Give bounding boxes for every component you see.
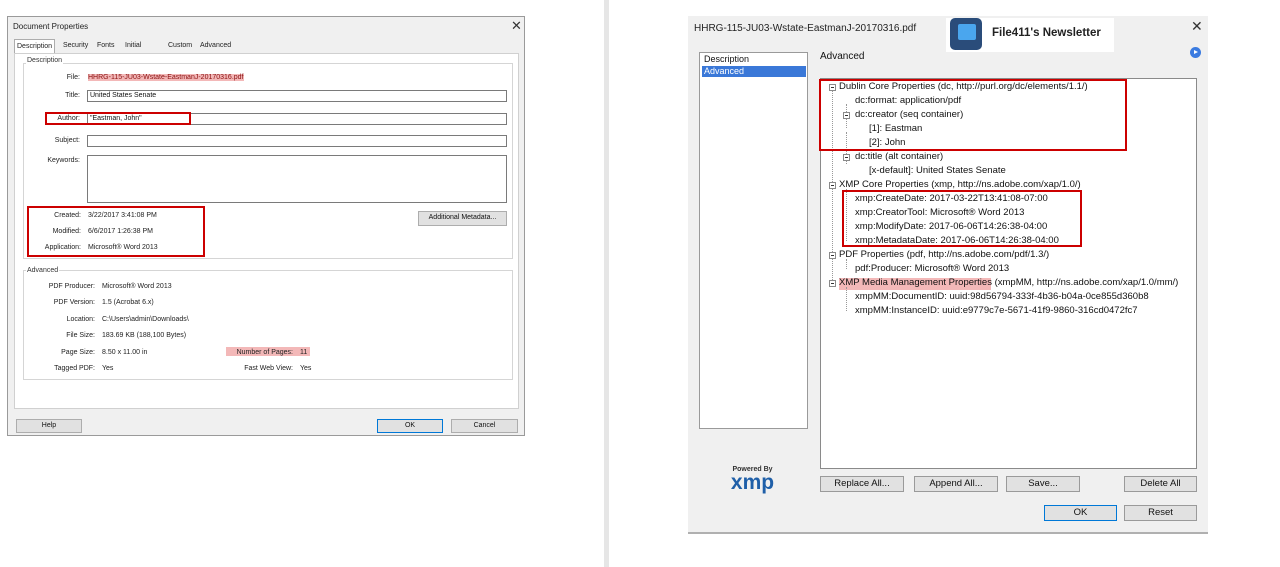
- file-value: HHRG-115-JU03-Wstate-EastmanJ-20170316.p…: [88, 74, 244, 81]
- delete-all-button[interactable]: Delete All: [1124, 476, 1197, 492]
- file-size-value: 183.69 KB (188,100 Bytes): [102, 332, 187, 339]
- dialog-title: Document Properties: [13, 22, 89, 31]
- tree-node-pdf-properties[interactable]: PDF Properties (pdf, http://ns.adobe.com…: [839, 249, 1049, 261]
- description-panel: Description File: HHRG-115-JU03-Wstate-E…: [14, 53, 519, 409]
- section-title: Advanced: [820, 51, 865, 62]
- dates-highlight-box: [27, 206, 205, 257]
- file-label: File:: [66, 74, 80, 81]
- xmp-logo: Powered By xmp: [725, 466, 780, 493]
- tab-security[interactable]: Security: [61, 39, 90, 52]
- tree-connector: [846, 259, 847, 269]
- advanced-group-label: Advanced: [26, 267, 60, 274]
- location-value: C:\Users\admin\Downloads\: [102, 316, 189, 323]
- collapse-dc-title-icon[interactable]: [843, 154, 850, 161]
- keywords-label: Keywords:: [47, 157, 80, 164]
- fast-web-view-value: Yes: [300, 365, 312, 372]
- close-icon[interactable]: ✕: [511, 18, 522, 34]
- save-button[interactable]: Save...: [1006, 476, 1080, 492]
- folder-icon: [958, 24, 976, 40]
- cancel-button[interactable]: Cancel: [451, 419, 518, 433]
- tab-custom[interactable]: Custom: [166, 39, 194, 52]
- pdf-producer-value: Microsoft® Word 2013: [102, 283, 172, 290]
- author-highlight-box: [45, 112, 191, 125]
- newsletter-badge: File411's Newsletter: [946, 18, 1114, 52]
- page-size-label: Page Size:: [61, 349, 95, 356]
- tree-node-pdf-producer[interactable]: pdf:Producer: Microsoft® Word 2013: [855, 263, 1009, 275]
- dialog-title: HHRG-115-JU03-Wstate-EastmanJ-20170316.p…: [694, 23, 917, 34]
- collapse-pdf-props-icon[interactable]: [829, 252, 836, 259]
- replace-all-button[interactable]: Replace All...: [820, 476, 904, 492]
- tagged-pdf-value: Yes: [102, 365, 114, 372]
- image-divider: [604, 0, 609, 567]
- document-properties-dialog: Document Properties ✕ Description Securi…: [7, 16, 525, 436]
- fast-web-view-label: Fast Web View:: [244, 365, 293, 372]
- xmp-dates-highlight-box: [842, 190, 1082, 247]
- keywords-field[interactable]: [87, 155, 507, 203]
- title-field[interactable]: United States Senate: [87, 90, 507, 102]
- ok-button[interactable]: OK: [377, 419, 443, 433]
- number-of-pages-label: Number of Pages:: [236, 349, 293, 356]
- tab-fonts[interactable]: Fonts: [95, 39, 117, 52]
- close-icon[interactable]: ✕: [1191, 18, 1203, 35]
- nav-item-advanced[interactable]: Advanced: [702, 66, 806, 77]
- dublin-core-highlight-box: [819, 79, 1127, 151]
- pdf-producer-label: PDF Producer:: [48, 283, 95, 290]
- tab-initial-view[interactable]: Initial View: [123, 39, 143, 62]
- xmp-wordmark: xmp: [730, 471, 775, 494]
- ok-button[interactable]: OK: [1044, 505, 1117, 521]
- category-list: Description Advanced: [699, 52, 808, 429]
- tab-advanced[interactable]: Advanced: [198, 39, 233, 52]
- number-of-pages-value: 11: [300, 349, 308, 356]
- pdf-version-value: 1.5 (Acrobat 6.x): [102, 299, 154, 306]
- file-size-label: File Size:: [66, 332, 95, 339]
- xmp-metadata-dialog: HHRG-115-JU03-Wstate-EastmanJ-20170316.p…: [688, 16, 1208, 534]
- subject-field[interactable]: [87, 135, 507, 147]
- description-group-label: Description: [26, 57, 64, 64]
- tab-description[interactable]: Description: [14, 39, 55, 53]
- tree-node-instance-id[interactable]: xmpMM:InstanceID: uuid:e9779c7e-5671-41f…: [855, 305, 1138, 317]
- collapse-xmpmm-icon[interactable]: [829, 280, 836, 287]
- append-all-button[interactable]: Append All...: [914, 476, 998, 492]
- tree-node-title-default[interactable]: [x-default]: United States Senate: [869, 165, 1006, 177]
- title-label: Title:: [65, 92, 80, 99]
- tree-node-document-id[interactable]: xmpMM:DocumentID: uuid:98d56794-333f-4b3…: [855, 291, 1149, 303]
- tree-node-dc-title[interactable]: dc:title (alt container): [855, 151, 943, 163]
- reset-button[interactable]: Reset: [1124, 505, 1197, 521]
- newsletter-text: File411's Newsletter: [992, 27, 1101, 39]
- help-button[interactable]: Help: [16, 419, 82, 433]
- additional-metadata-button[interactable]: Additional Metadata...: [418, 211, 507, 226]
- page-size-value: 8.50 x 11.00 in: [102, 349, 148, 356]
- location-label: Location:: [66, 316, 95, 323]
- folder-app-icon: [950, 18, 982, 50]
- collapse-xmp-core-icon[interactable]: [829, 182, 836, 189]
- tree-node-xmp-media-management[interactable]: XMP Media Management Properties (xmpMM, …: [839, 277, 1178, 289]
- advanced-group: [23, 270, 513, 380]
- nav-item-description[interactable]: Description: [702, 54, 806, 65]
- metadata-tree: Dublin Core Properties (dc, http://purl.…: [819, 78, 1197, 469]
- subject-label: Subject:: [54, 137, 80, 144]
- tree-connector: [846, 287, 847, 311]
- tagged-pdf-label: Tagged PDF:: [54, 365, 95, 372]
- expand-arrow-icon[interactable]: [1190, 47, 1201, 58]
- pdf-version-label: PDF Version:: [53, 299, 95, 306]
